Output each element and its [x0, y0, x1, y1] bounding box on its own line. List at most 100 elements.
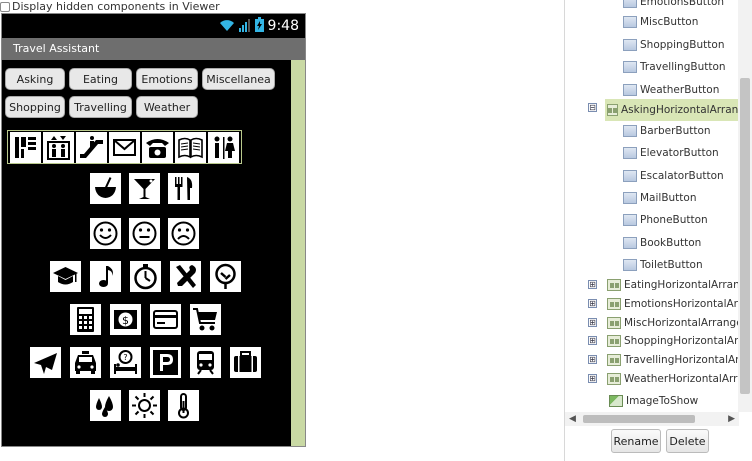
happy-face-icon[interactable] — [90, 218, 121, 249]
tree-node-book-button[interactable]: BookButton — [623, 234, 701, 252]
expand-toggle-icon[interactable]: ⊞ — [588, 355, 597, 364]
airplane-icon[interactable] — [30, 347, 61, 378]
shopping-button[interactable]: Shopping — [5, 96, 65, 118]
escalator-icon[interactable] — [76, 132, 107, 163]
tree-node-travelling-button[interactable]: TravellingButton — [623, 58, 726, 76]
tree-node-eating-horizontal-arrangement[interactable]: EatingHorizontalArrange — [607, 276, 739, 294]
eating-horizontal-arrangement — [90, 173, 199, 204]
graduation-cap-icon[interactable] — [50, 261, 81, 292]
expand-toggle-icon[interactable]: ⊞ — [588, 318, 597, 327]
tree-node-shopping-horizontal-arrangement[interactable]: ShoppingHorizontalArrange — [607, 332, 739, 350]
component-tree: EmotionsButton MiscButton ShoppingButton… — [565, 0, 739, 412]
sun-icon[interactable] — [129, 390, 160, 421]
component-tree-panel: EmotionsButton MiscButton ShoppingButton… — [564, 0, 752, 461]
scroll-right-arrow-icon[interactable]: ▶ — [728, 414, 735, 424]
display-hidden-checkbox[interactable] — [0, 1, 10, 12]
tree-node-asking-horizontal-arrangement[interactable]: AskingHorizontalArrange — [605, 99, 739, 121]
parking-icon[interactable] — [150, 347, 181, 378]
miscellanea-button[interactable]: Miscellanea — [202, 68, 275, 90]
tree-node-mail-button[interactable]: MailButton — [623, 189, 697, 207]
hotel-icon[interactable]: ? — [110, 347, 141, 378]
display-hidden-components-option[interactable]: Display hidden components in Viewer — [0, 0, 220, 13]
button-component-icon — [623, 147, 637, 159]
vertical-scroll-thumb[interactable] — [740, 78, 750, 394]
tree-node-travelling-horizontal-arrangement[interactable]: TravellingHorizontalArrange — [607, 351, 739, 369]
tree-vertical-scrollbar[interactable] — [738, 0, 752, 412]
barber-icon[interactable] — [10, 132, 41, 163]
tree-node-emotions-horizontal-arrangement[interactable]: EmotionsHorizontalArrange — [607, 295, 739, 313]
app-title: Travel Assistant — [13, 42, 100, 55]
tree-icon[interactable] — [210, 261, 241, 292]
svg-text:$: $ — [122, 314, 129, 327]
tree-node-phone-button[interactable]: PhoneButton — [623, 211, 708, 229]
tree-node-image-to-show[interactable]: ImageToShow — [609, 392, 698, 410]
horizontal-arrangement-icon — [607, 104, 618, 116]
phone-preview: 9:48 Travel Assistant Asking Eating Emot… — [1, 13, 306, 447]
music-note-icon[interactable] — [90, 261, 121, 292]
tree-node-emotions-button[interactable]: EmotionsButton — [623, 0, 724, 11]
tree-node-toilet-button[interactable]: ToiletButton — [623, 256, 703, 274]
button-component-icon — [623, 214, 637, 226]
train-icon[interactable] — [190, 347, 221, 378]
book-icon[interactable] — [175, 132, 206, 163]
clock: 9:48 — [267, 18, 299, 34]
neutral-face-icon[interactable] — [129, 218, 160, 249]
tree-node-misc-horizontal-arrangement[interactable]: MiscHorizontalArrangement — [607, 314, 739, 332]
expand-toggle-icon[interactable]: ⊞ — [588, 299, 597, 308]
thermometer-icon[interactable] — [168, 390, 199, 421]
credit-card-icon[interactable] — [150, 304, 181, 335]
tools-icon[interactable] — [170, 261, 201, 292]
tree-node-misc-button[interactable]: MiscButton — [623, 13, 698, 31]
bowl-icon[interactable] — [90, 173, 121, 204]
travelling-button[interactable]: Travelling — [69, 96, 132, 118]
weather-button[interactable]: Weather — [136, 96, 198, 118]
cutlery-icon[interactable] — [168, 173, 199, 204]
emotions-button[interactable]: Emotions — [136, 68, 198, 90]
button-component-icon — [623, 170, 637, 182]
wifi-icon — [219, 18, 235, 35]
tree-node-elevator-button[interactable]: ElevatorButton — [623, 144, 719, 162]
suitcase-icon[interactable] — [230, 347, 261, 378]
expand-toggle-icon[interactable]: ⊞ — [588, 374, 597, 383]
tree-node-shopping-button[interactable]: ShoppingButton — [623, 36, 724, 54]
asking-button[interactable]: Asking — [5, 68, 65, 90]
elevator-icon[interactable] — [43, 132, 74, 163]
button-row-2: Shopping Travelling Weather — [5, 96, 198, 118]
signal-icon — [238, 18, 251, 35]
taxi-icon[interactable] — [70, 347, 101, 378]
money-icon[interactable]: $ — [110, 304, 141, 335]
phone-icon[interactable] — [142, 132, 173, 163]
delete-button[interactable]: Delete — [666, 429, 709, 453]
sad-face-icon[interactable] — [168, 218, 199, 249]
svg-text:?: ? — [123, 353, 127, 362]
screen-scroll-bar — [291, 60, 305, 446]
button-component-icon — [623, 39, 637, 51]
scroll-left-arrow-icon[interactable]: ◀ — [569, 414, 576, 424]
eating-button[interactable]: Eating — [69, 68, 132, 90]
horizontal-scroll-thumb[interactable] — [583, 415, 695, 423]
cocktail-icon[interactable] — [129, 173, 160, 204]
horizontal-arrangement-icon — [607, 317, 621, 329]
display-hidden-label: Display hidden components in Viewer — [12, 0, 220, 13]
rename-button[interactable]: Rename — [611, 429, 661, 453]
tree-node-weather-horizontal-arrangement[interactable]: WeatherHorizontalArrange — [607, 370, 739, 388]
toilet-icon[interactable] — [208, 132, 239, 163]
expand-toggle-icon[interactable]: ⊞ — [588, 280, 597, 289]
rain-drops-icon[interactable] — [90, 390, 121, 421]
stopwatch-icon[interactable] — [130, 261, 161, 292]
button-component-icon — [623, 237, 637, 249]
collapse-toggle-icon[interactable]: ⊟ — [588, 103, 597, 112]
button-component-icon — [623, 259, 637, 271]
tree-node-escalator-button[interactable]: EscalatorButton — [623, 167, 724, 185]
calculator-icon[interactable] — [70, 304, 101, 335]
tree-node-barber-button[interactable]: BarberButton — [623, 122, 711, 140]
cart-icon[interactable] — [190, 304, 221, 335]
tree-horizontal-scrollbar[interactable]: ◀ ▶ — [565, 412, 739, 426]
mail-icon[interactable] — [109, 132, 140, 163]
app-title-bar: Travel Assistant — [2, 38, 305, 60]
horizontal-arrangement-icon — [607, 335, 621, 347]
tree-node-weather-button[interactable]: WeatherButton — [623, 81, 719, 99]
asking-horizontal-arrangement — [7, 130, 242, 164]
expand-toggle-icon[interactable]: ⊞ — [588, 336, 597, 345]
button-component-icon — [623, 192, 637, 204]
